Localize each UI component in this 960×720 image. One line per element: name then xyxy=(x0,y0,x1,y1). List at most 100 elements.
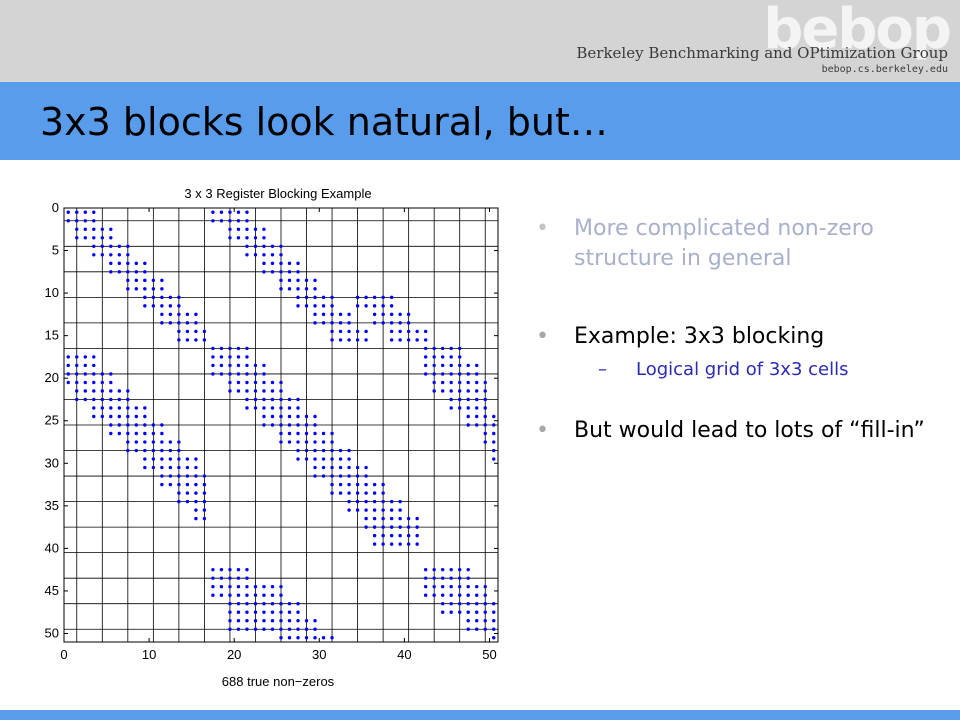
nonzero-point xyxy=(372,482,377,487)
nonzero-point xyxy=(236,389,241,393)
nonzero-point xyxy=(313,304,317,308)
nonzero-point xyxy=(449,593,453,597)
nonzero-point xyxy=(100,397,104,402)
nonzero-point xyxy=(432,576,436,580)
nonzero-point xyxy=(330,482,334,487)
nonzero-point xyxy=(75,363,79,368)
nonzero-point xyxy=(160,431,164,436)
nonzero-point xyxy=(372,533,377,538)
nonzero-point xyxy=(236,602,241,606)
nonzero-point xyxy=(194,312,198,317)
nonzero-point xyxy=(134,414,139,419)
nonzero-point xyxy=(160,474,164,478)
nonzero-point xyxy=(347,321,351,325)
nonzero-point xyxy=(109,414,113,419)
nonzero-point xyxy=(381,321,385,325)
nonzero-point xyxy=(406,525,411,529)
nonzero-point xyxy=(134,448,139,453)
nonzero-point xyxy=(381,491,385,495)
nonzero-point xyxy=(177,457,181,461)
group-url: bebop.cs.berkeley.edu xyxy=(821,64,948,75)
nonzero-point xyxy=(483,389,487,393)
nonzero-point xyxy=(245,406,249,410)
nonzero-point xyxy=(313,312,317,317)
sub-bullet-text: Logical grid of 3x3 cells xyxy=(636,359,849,380)
nonzero-point xyxy=(432,363,436,368)
nonzero-point xyxy=(109,406,113,410)
nonzero-point xyxy=(92,397,96,402)
nonzero-point xyxy=(262,397,266,402)
nonzero-point xyxy=(458,389,462,393)
nonzero-point xyxy=(313,457,317,461)
nonzero-point xyxy=(338,338,343,342)
nonzero-point xyxy=(296,304,300,308)
nonzero-point xyxy=(313,440,317,444)
nonzero-point xyxy=(458,593,462,597)
nonzero-point xyxy=(92,227,96,231)
nonzero-point xyxy=(75,227,79,231)
nonzero-point xyxy=(211,584,215,589)
nonzero-point xyxy=(440,584,445,589)
nonzero-point xyxy=(440,372,445,376)
nonzero-point xyxy=(143,278,147,283)
nonzero-point xyxy=(475,389,479,393)
nonzero-point xyxy=(466,389,470,393)
nonzero-point xyxy=(160,304,164,308)
nonzero-point xyxy=(381,516,385,521)
nonzero-point xyxy=(347,482,351,487)
nonzero-point xyxy=(202,482,207,487)
nonzero-point xyxy=(313,474,317,478)
nonzero-point xyxy=(389,516,394,521)
nonzero-point xyxy=(475,602,479,606)
nonzero-point xyxy=(202,491,207,495)
nonzero-point xyxy=(423,329,428,334)
nonzero-point xyxy=(355,304,360,308)
nonzero-point xyxy=(185,457,190,461)
nonzero-point xyxy=(483,397,487,402)
nonzero-point xyxy=(466,584,470,589)
nonzero-point xyxy=(143,287,147,291)
nonzero-point xyxy=(364,508,368,512)
nonzero-point xyxy=(134,431,139,436)
nonzero-point xyxy=(126,270,130,274)
nonzero-point xyxy=(449,389,453,393)
bullet-dot-icon: • xyxy=(536,216,549,241)
nonzero-point xyxy=(160,465,164,470)
nonzero-point xyxy=(406,329,411,334)
nonzero-point xyxy=(270,423,275,427)
nonzero-point xyxy=(109,372,113,376)
nonzero-point xyxy=(296,457,300,461)
nonzero-point xyxy=(355,508,360,512)
nonzero-point xyxy=(151,431,156,436)
nonzero-point xyxy=(160,482,164,487)
nonzero-point xyxy=(228,619,232,623)
nonzero-point xyxy=(228,219,232,223)
nonzero-point xyxy=(75,210,79,214)
nonzero-point xyxy=(304,304,309,308)
nonzero-point xyxy=(313,423,317,427)
nonzero-point xyxy=(270,593,275,597)
nonzero-point xyxy=(185,312,190,317)
nonzero-point xyxy=(330,321,334,325)
nonzero-point xyxy=(185,491,190,495)
nonzero-point xyxy=(381,499,385,504)
nonzero-point xyxy=(211,567,215,572)
nonzero-point xyxy=(83,227,87,231)
nonzero-point xyxy=(160,457,164,461)
nonzero-point xyxy=(389,542,394,546)
nonzero-point xyxy=(109,253,113,257)
nonzero-point xyxy=(338,448,343,453)
nonzero-point xyxy=(83,219,87,223)
nonzero-point xyxy=(83,210,87,214)
nonzero-point xyxy=(194,482,198,487)
nonzero-point xyxy=(236,593,241,597)
y-tick-label: 10 xyxy=(45,285,59,300)
nonzero-point xyxy=(126,244,130,248)
nonzero-point xyxy=(177,491,181,495)
nonzero-point xyxy=(100,389,104,393)
nonzero-point xyxy=(151,295,156,300)
nonzero-point xyxy=(279,270,283,274)
nonzero-point xyxy=(398,542,402,546)
nonzero-point xyxy=(398,329,402,334)
nonzero-point xyxy=(160,312,164,317)
